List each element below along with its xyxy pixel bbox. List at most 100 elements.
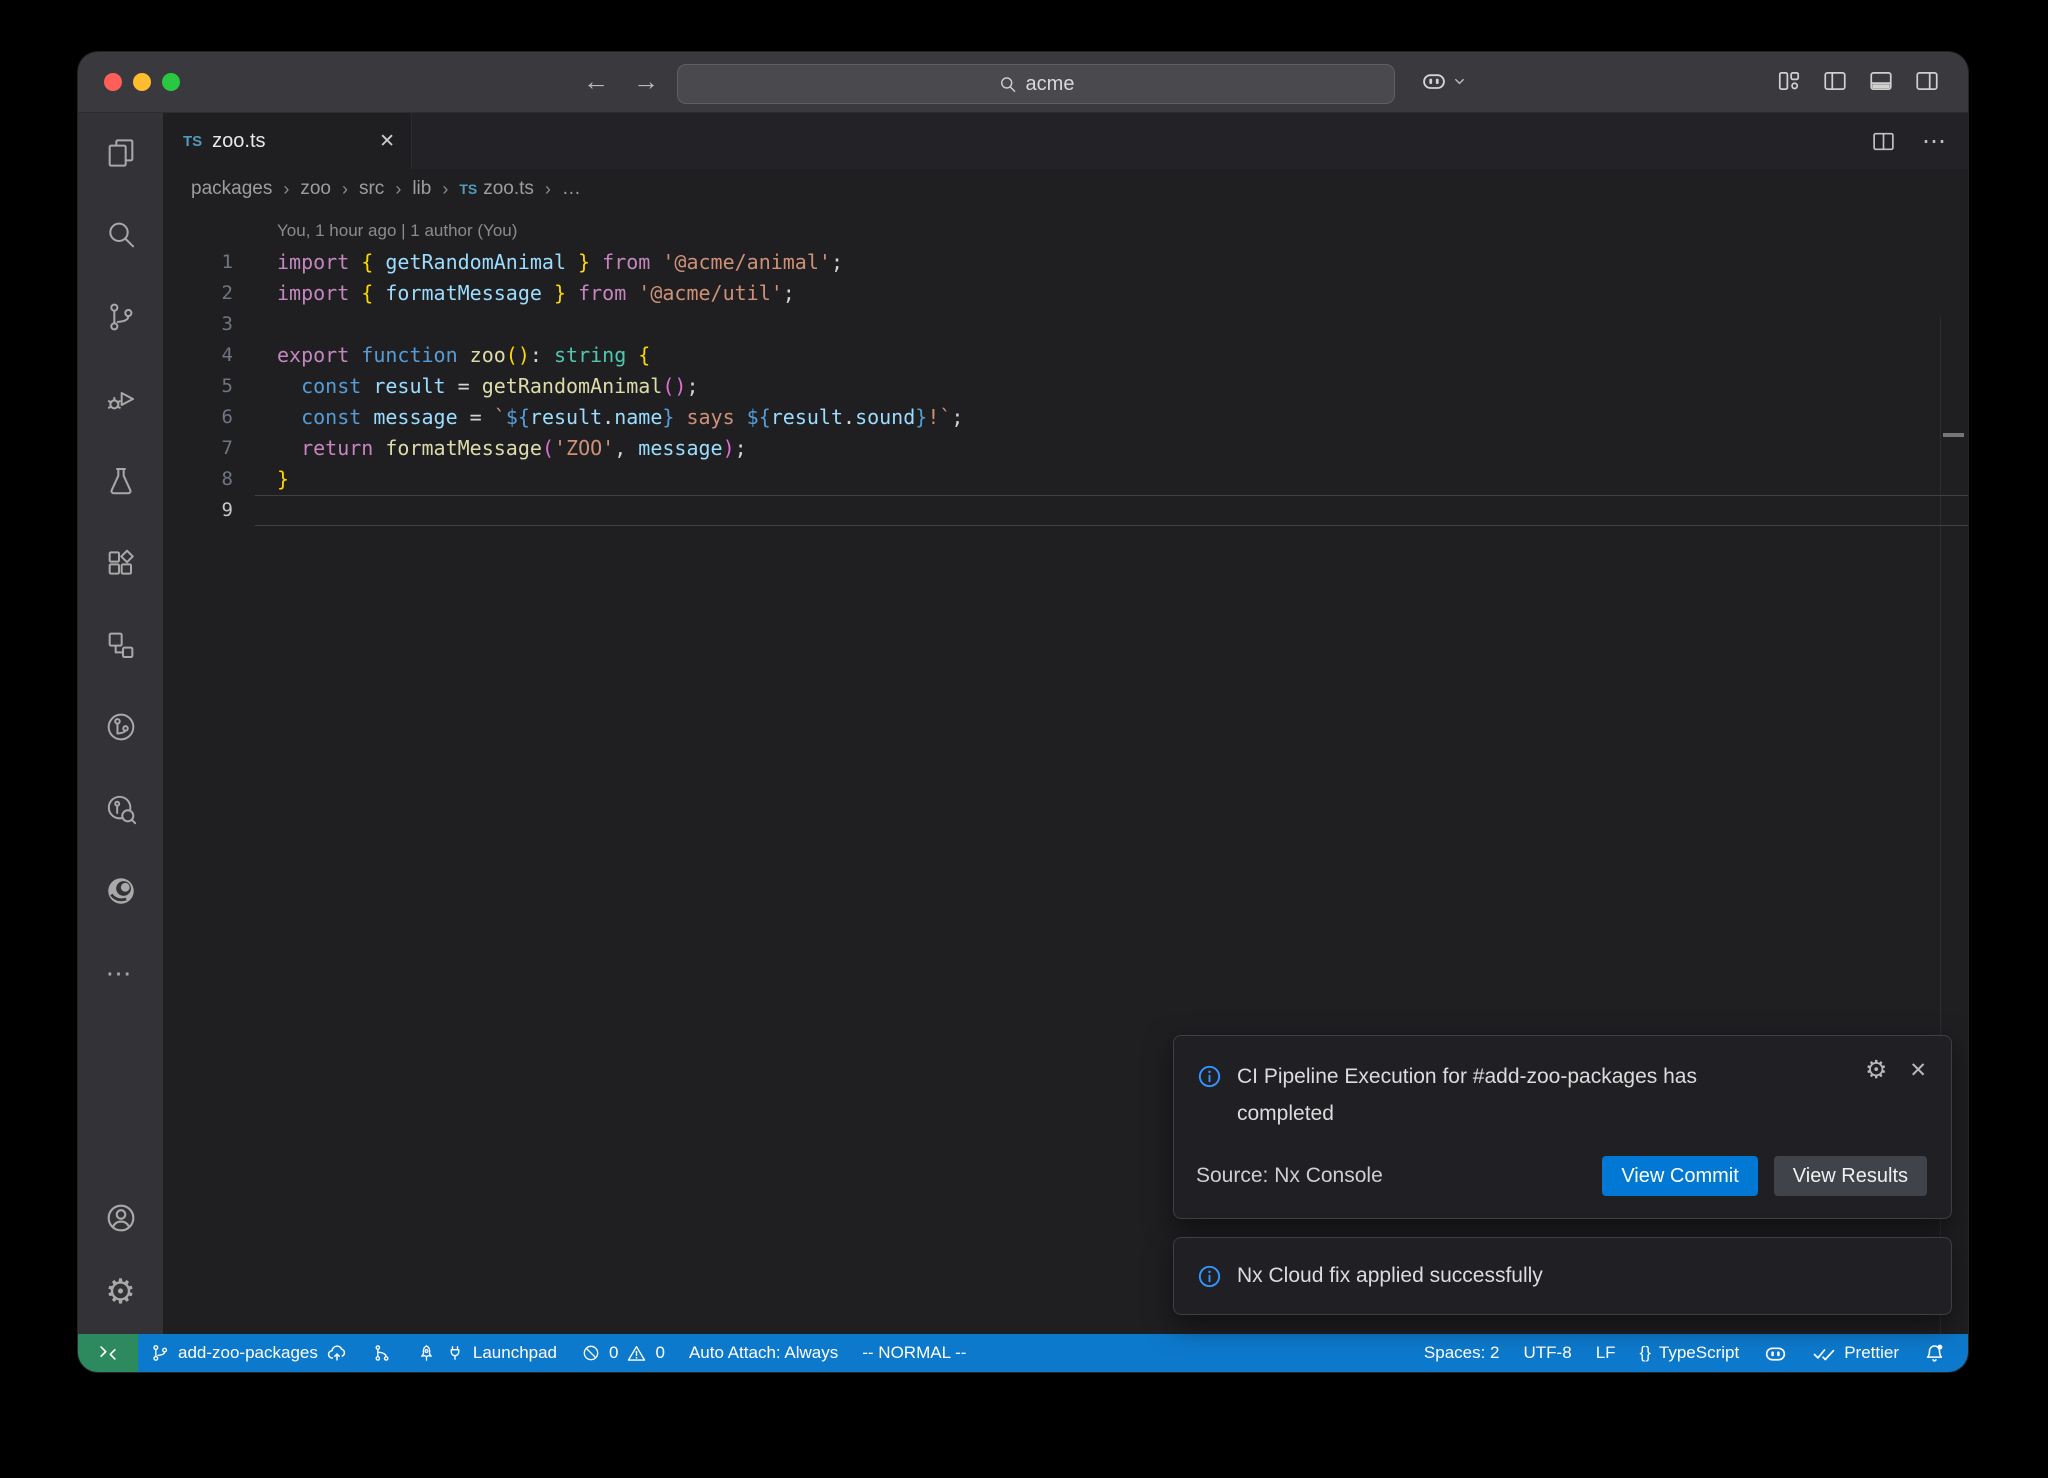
customize-layout-icon[interactable] (1776, 68, 1802, 94)
toggle-secondary-sidebar-icon[interactable] (1914, 68, 1940, 94)
notification-close-icon[interactable]: ✕ (1909, 1058, 1927, 1083)
minimize-window-button[interactable] (133, 73, 151, 91)
view-results-button[interactable]: View Results (1774, 1156, 1927, 1196)
copilot-icon (1763, 1341, 1788, 1366)
line-number: 6 (163, 402, 233, 433)
back-arrow-icon[interactable]: ← (583, 64, 609, 98)
notification-center: CI Pipeline Execution for #add-zoo-packa… (1173, 1035, 1952, 1315)
breadcrumb-separator-icon: › (442, 179, 448, 200)
toggle-panel-icon[interactable] (1868, 68, 1894, 94)
info-icon (1196, 1263, 1223, 1290)
tab-bar: TS zoo.ts ✕ ⋯ (163, 113, 1968, 169)
code-line-content: import { formatMessage } from '@acme/uti… (233, 278, 795, 309)
code-line-content: const message = `${result.name} says ${r… (233, 402, 963, 433)
code-line-content: export function zoo(): string { (233, 340, 650, 371)
nx-console-icon[interactable] (97, 621, 145, 669)
breadcrumb-item[interactable]: src (359, 178, 384, 200)
more-actions-icon[interactable]: ⋯ (97, 949, 145, 997)
notification-message: Nx Cloud fix applied successfully (1237, 1264, 1543, 1288)
gitlens-inspect-icon[interactable] (97, 785, 145, 833)
code-line[interactable]: 7 return formatMessage('ZOO', message); (163, 433, 1968, 464)
status-bar: add-zoo-packages Launchpad (78, 1334, 1968, 1372)
line-number: 9 (163, 495, 233, 526)
split-editor-icon[interactable] (1871, 129, 1896, 154)
remote-indicator[interactable] (78, 1334, 138, 1372)
tab-title: zoo.ts (212, 130, 265, 153)
launchpad-status-item[interactable]: Launchpad (404, 1334, 569, 1372)
layout-controls (1776, 68, 1940, 94)
prettier-status-item[interactable]: Prettier (1800, 1334, 1911, 1372)
tab-close-icon[interactable]: ✕ (379, 130, 395, 153)
search-icon (998, 75, 1017, 94)
title-bar: ← → acme (78, 52, 1968, 113)
braces-icon: {} (1640, 1343, 1651, 1363)
publish-cloud-icon (326, 1342, 348, 1364)
code-line[interactable]: 9 (163, 495, 1968, 526)
line-number: 8 (163, 464, 233, 495)
tab-zoo-ts[interactable]: TS zoo.ts ✕ (163, 113, 412, 169)
more-actions-icon[interactable]: ⋯ (1922, 127, 1946, 156)
editor-actions: ⋯ (1871, 113, 1968, 169)
line-number: 3 (163, 309, 233, 340)
notification-source: Source: Nx Console (1196, 1164, 1383, 1188)
bell-icon (1923, 1342, 1946, 1365)
encoding-status-item[interactable]: UTF-8 (1512, 1334, 1584, 1372)
branch-status-item[interactable]: add-zoo-packages (138, 1334, 360, 1372)
command-center-search[interactable]: acme (677, 64, 1395, 104)
run-and-debug-icon[interactable] (97, 375, 145, 423)
copilot-status-item[interactable] (1751, 1334, 1800, 1372)
search-value: acme (1026, 73, 1075, 96)
breadcrumb-item[interactable]: zoo (300, 178, 331, 200)
forward-arrow-icon[interactable]: → (633, 64, 659, 98)
code-line[interactable]: 2import { formatMessage } from '@acme/ut… (163, 278, 1968, 309)
code-line[interactable]: 6 const message = `${result.name} says $… (163, 402, 1968, 433)
plug-icon (445, 1343, 465, 1363)
gitlens-blame-annotation: You, 1 hour ago | 1 author (You) (277, 221, 1968, 245)
account-icon[interactable] (97, 1194, 145, 1242)
close-window-button[interactable] (104, 73, 122, 91)
breadcrumb-item[interactable]: … (562, 178, 581, 200)
breadcrumb-item[interactable]: lib (412, 178, 431, 200)
copilot-icon (1420, 67, 1448, 95)
settings-gear-icon[interactable]: ⚙ (97, 1268, 145, 1316)
problems-status-item[interactable]: 0 0 (569, 1334, 677, 1372)
explorer-icon[interactable] (97, 129, 145, 177)
code-line-content: } (233, 464, 289, 495)
notifications-bell-item[interactable] (1911, 1334, 1958, 1372)
line-number: 4 (163, 340, 233, 371)
commit-graph-status-item[interactable] (360, 1334, 404, 1372)
edge-browser-icon[interactable] (97, 867, 145, 915)
notification-message: CI Pipeline Execution for #add-zoo-packa… (1237, 1058, 1737, 1132)
code-line-content: return formatMessage('ZOO', message); (233, 433, 747, 464)
warning-icon (626, 1343, 647, 1364)
history-nav: ← → (583, 64, 659, 98)
line-number: 7 (163, 433, 233, 464)
breadcrumb: packages›zoo›src›lib›TSzoo.ts›… (163, 169, 1968, 209)
overview-ruler-marker (1943, 433, 1964, 437)
typescript-file-icon: TS (459, 181, 477, 197)
zoom-window-button[interactable] (162, 73, 180, 91)
language-mode-status-item[interactable]: {} TypeScript (1628, 1334, 1752, 1372)
source-control-icon[interactable] (97, 293, 145, 341)
eol-status-item[interactable]: LF (1584, 1334, 1628, 1372)
error-icon (581, 1343, 601, 1363)
toggle-primary-sidebar-icon[interactable] (1822, 68, 1848, 94)
copilot-menu[interactable] (1420, 67, 1467, 95)
notification-settings-gear-icon[interactable]: ⚙ (1865, 1058, 1887, 1083)
code-line[interactable]: 3 (163, 309, 1968, 340)
indentation-status-item[interactable]: Spaces: 2 (1412, 1334, 1512, 1372)
gitlens-icon[interactable] (97, 703, 145, 751)
breadcrumb-item[interactable]: packages (191, 178, 272, 200)
vim-mode-status-item[interactable]: -- NORMAL -- (850, 1334, 978, 1372)
code-line[interactable]: 5 const result = getRandomAnimal(); (163, 371, 1968, 402)
code-line[interactable]: 1import { getRandomAnimal } from '@acme/… (163, 247, 1968, 278)
breadcrumb-item[interactable]: TSzoo.ts (459, 178, 534, 200)
code-line[interactable]: 4export function zoo(): string { (163, 340, 1968, 371)
search-icon[interactable] (97, 211, 145, 259)
extensions-icon[interactable] (97, 539, 145, 587)
auto-attach-status-item[interactable]: Auto Attach: Always (677, 1334, 850, 1372)
info-icon (1196, 1058, 1223, 1090)
code-line[interactable]: 8} (163, 464, 1968, 495)
view-commit-button[interactable]: View Commit (1602, 1156, 1757, 1196)
testing-icon[interactable] (97, 457, 145, 505)
